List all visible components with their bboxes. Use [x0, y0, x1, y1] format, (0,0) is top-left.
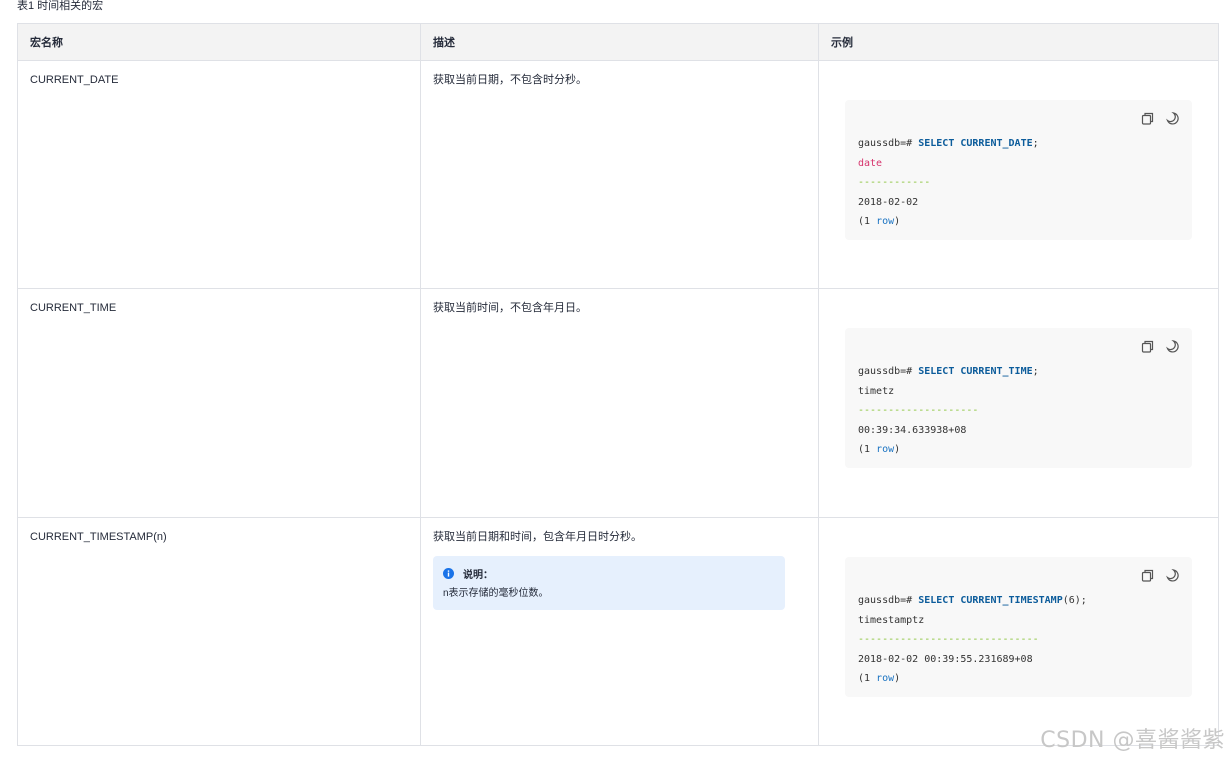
time-macros-table: 宏名称 描述 示例 CURRENT_DATE 获取当前日期，不包含时分秒。 ga… [17, 23, 1219, 746]
moon-icon[interactable] [1165, 339, 1180, 354]
row-count-open: (1 [858, 216, 877, 227]
description-text: 获取当前时间，不包含年月日。 [433, 302, 587, 314]
note-header: 说明： [443, 566, 775, 581]
description-text: 获取当前日期，不包含时分秒。 [433, 74, 587, 86]
row-count-word: row [876, 216, 895, 227]
row-count-close: ) [894, 444, 901, 455]
macro-name-cell: CURRENT_TIME [17, 288, 421, 518]
note-box: 说明： n表示存储的毫秒位数。 [433, 556, 785, 610]
header-example: 示例 [818, 23, 1219, 61]
code-prompt: gaussdb=# [858, 595, 919, 606]
code-block[interactable]: gaussdb=# SELECT CURRENT_DATE; date ----… [845, 100, 1192, 240]
code-toolbar [1140, 111, 1180, 126]
code-lines: gaussdb=# SELECT CURRENT_TIMESTAMP(6); t… [858, 591, 1087, 689]
example-cell: gaussdb=# SELECT CURRENT_DATE; date ----… [818, 60, 1219, 289]
code-lines: gaussdb=# SELECT CURRENT_TIME; timetz --… [858, 362, 1039, 460]
copy-icon[interactable] [1140, 111, 1155, 126]
row-count-close: ) [894, 216, 901, 227]
code-column-name: timestamptz [858, 614, 925, 626]
code-command-line: gaussdb=# SELECT CURRENT_DATE; [858, 134, 1039, 154]
header-macro-name: 宏名称 [17, 23, 421, 61]
watermark: CSDN @喜酱酱紫 [1040, 728, 1225, 753]
code-value: 2018-02-02 00:39:55.231689+08 [858, 653, 1033, 665]
code-keyword: SELECT CURRENT_TIME [918, 366, 1033, 377]
macro-name: CURRENT_TIMESTAMP(n) [30, 531, 167, 543]
table-row: CURRENT_TIME 获取当前时间，不包含年月日。 gaussdb=# SE… [17, 288, 1219, 518]
table-header-row: 宏名称 描述 示例 [17, 23, 1219, 61]
code-value: 2018-02-02 [858, 196, 919, 208]
note-body: n表示存储的毫秒位数。 [443, 588, 549, 599]
macro-name-cell: CURRENT_TIMESTAMP(n) [17, 517, 421, 746]
row-count-word: row [876, 444, 895, 455]
code-prompt: gaussdb=# [858, 366, 919, 377]
row-count-word: row [876, 673, 895, 684]
code-suffix: (6); [1062, 595, 1087, 606]
code-suffix: ; [1032, 138, 1039, 149]
code-command-line: gaussdb=# SELECT CURRENT_TIME; [858, 362, 1039, 382]
moon-icon[interactable] [1165, 568, 1180, 583]
example-cell: gaussdb=# SELECT CURRENT_TIMESTAMP(6); t… [818, 517, 1219, 746]
code-toolbar [1140, 568, 1180, 583]
info-icon [443, 567, 454, 579]
macro-name-cell: CURRENT_DATE [17, 60, 421, 289]
row-count-close: ) [894, 673, 901, 684]
macro-name: CURRENT_TIME [30, 302, 117, 314]
description-text: 获取当前日期和时间，包含年月日时分秒。 [433, 531, 642, 543]
copy-icon[interactable] [1140, 568, 1155, 583]
code-keyword: SELECT CURRENT_DATE [918, 138, 1033, 149]
code-separator: -------------------- [858, 405, 979, 416]
code-toolbar [1140, 339, 1180, 354]
macro-name: CURRENT_DATE [30, 74, 119, 86]
table-row: CURRENT_TIMESTAMP(n) 获取当前日期和时间，包含年月日时分秒。… [17, 517, 1219, 746]
description-cell: 获取当前日期和时间，包含年月日时分秒。 说明： n表示存储的毫秒位数。 [420, 517, 819, 746]
table-row: CURRENT_DATE 获取当前日期，不包含时分秒。 gaussdb=# SE… [17, 60, 1219, 289]
code-block[interactable]: gaussdb=# SELECT CURRENT_TIME; timetz --… [845, 328, 1192, 468]
code-separator: ------------ [858, 177, 931, 188]
code-command-line: gaussdb=# SELECT CURRENT_TIMESTAMP(6); [858, 591, 1087, 611]
code-separator: ------------------------------ [858, 634, 1039, 645]
description-cell: 获取当前时间，不包含年月日。 [420, 288, 819, 518]
row-count-open: (1 [858, 444, 877, 455]
code-column-name: date [858, 157, 883, 169]
example-cell: gaussdb=# SELECT CURRENT_TIME; timetz --… [818, 288, 1219, 518]
moon-icon[interactable] [1165, 111, 1180, 126]
header-description: 描述 [420, 23, 819, 61]
code-row-count: (1 row) [858, 669, 1087, 689]
code-row-count: (1 row) [858, 212, 1039, 232]
code-value: 00:39:34.633938+08 [858, 424, 967, 436]
code-row-count: (1 row) [858, 440, 1039, 460]
table-caption: 表1 时间相关的宏 [17, 0, 104, 12]
copy-icon[interactable] [1140, 339, 1155, 354]
description-cell: 获取当前日期，不包含时分秒。 [420, 60, 819, 289]
code-prompt: gaussdb=# [858, 138, 919, 149]
code-keyword: SELECT CURRENT_TIMESTAMP [918, 595, 1063, 606]
code-lines: gaussdb=# SELECT CURRENT_DATE; date ----… [858, 134, 1039, 232]
note-title: 说明： [463, 569, 493, 581]
code-block[interactable]: gaussdb=# SELECT CURRENT_TIMESTAMP(6); t… [845, 557, 1192, 697]
code-suffix: ; [1032, 366, 1039, 377]
code-column-name: timetz [858, 385, 895, 397]
row-count-open: (1 [858, 673, 877, 684]
